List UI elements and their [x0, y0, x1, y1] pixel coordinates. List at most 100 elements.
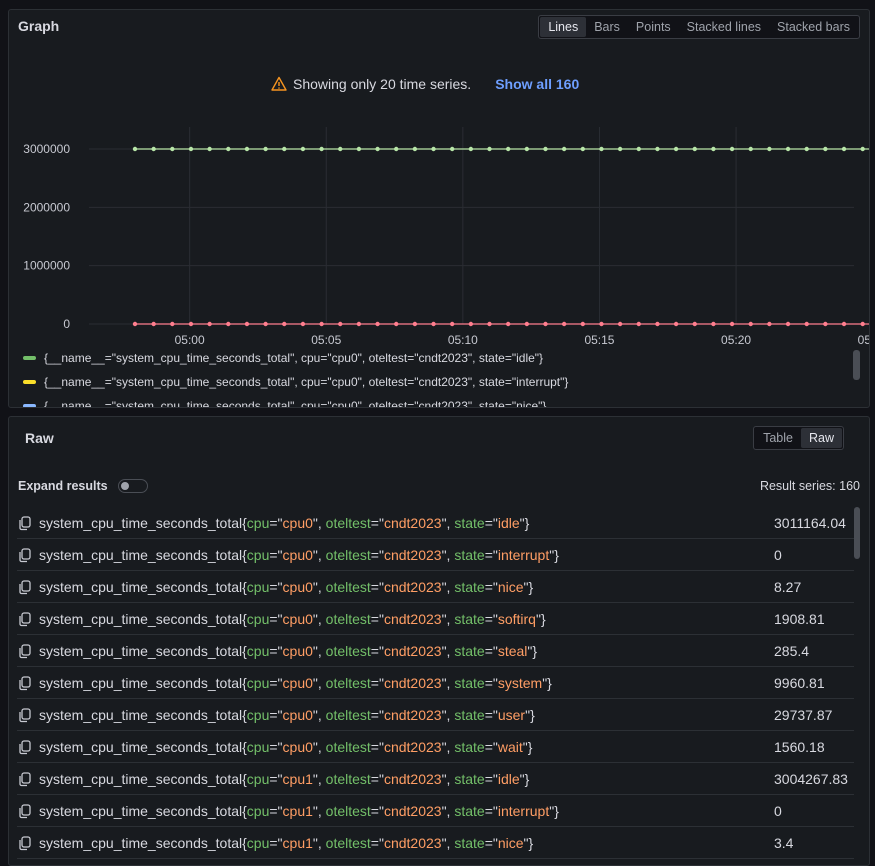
- raw-view-raw-button[interactable]: Raw: [800, 428, 842, 448]
- metric-name: system_cpu_time_seconds_total: [39, 674, 243, 691]
- series-point: [692, 321, 697, 327]
- metric-name: system_cpu_time_seconds_total: [39, 802, 243, 819]
- series-point: [505, 146, 511, 152]
- equals: =": [269, 578, 283, 595]
- label-name: oteltest: [325, 802, 371, 819]
- equals: =": [484, 834, 498, 851]
- copy-icon[interactable]: [17, 771, 33, 787]
- expand-results-toggle[interactable]: [117, 479, 148, 493]
- equals: =": [269, 610, 283, 627]
- copy-icon[interactable]: [17, 835, 33, 851]
- copy-icon[interactable]: [17, 643, 33, 659]
- series-point: [282, 321, 287, 327]
- series-point: [375, 321, 380, 327]
- brace: }: [528, 578, 534, 595]
- equals: =": [370, 610, 384, 627]
- equals: =": [370, 546, 384, 563]
- series-point: [767, 321, 772, 327]
- series-point: [711, 321, 716, 327]
- series-point: [617, 146, 623, 152]
- copy-icon[interactable]: [17, 547, 33, 563]
- copy-icon[interactable]: [17, 739, 33, 755]
- copy-icon[interactable]: [17, 803, 33, 819]
- series-point: [599, 146, 604, 152]
- legend-scrollbar[interactable]: [853, 350, 860, 380]
- x-tick-label: 05:25: [858, 333, 870, 347]
- series-point: [785, 321, 791, 327]
- brace: }: [554, 546, 559, 563]
- time-series-chart[interactable]: 3000000 2000000 1000000 0 05:00 05:05 05:10 05:…: [9, 10, 870, 350]
- separator: ,: [317, 514, 326, 531]
- series-point: [823, 321, 828, 327]
- series-text: system_cpu_time_seconds_total{cpu="cpu0"…: [39, 643, 537, 659]
- raw-results-list: system_cpu_time_seconds_total{cpu="cpu0"…: [17, 507, 854, 859]
- copy-icon[interactable]: [17, 675, 33, 691]
- series-point: [543, 321, 548, 327]
- label-name: state: [454, 674, 485, 691]
- label-value: cndt2023: [383, 674, 442, 691]
- series-point: [468, 146, 474, 152]
- series-point: [412, 321, 418, 327]
- copy-icon[interactable]: [17, 707, 33, 723]
- series-point: [300, 146, 306, 152]
- equals: =": [269, 834, 283, 851]
- label-value: cpu0: [282, 738, 313, 755]
- series-point: [188, 321, 194, 327]
- series-text: system_cpu_time_seconds_total{cpu="cpu0"…: [39, 579, 533, 595]
- legend-item[interactable]: {__name__="system_cpu_time_seconds_total…: [23, 399, 546, 407]
- brace: }: [547, 674, 552, 691]
- equals: =": [484, 674, 498, 691]
- equals: =": [269, 642, 283, 659]
- result-row: system_cpu_time_seconds_total{cpu="cpu0"…: [17, 571, 854, 603]
- copy-icon[interactable]: [17, 515, 33, 531]
- series-point: [244, 146, 250, 152]
- series-point: [300, 321, 306, 327]
- series-value: 8.27: [774, 578, 802, 595]
- x-tick-label: 05:00: [175, 333, 205, 347]
- y-tick-label: 1000000: [23, 259, 70, 273]
- label-name: state: [454, 802, 485, 819]
- series-text: system_cpu_time_seconds_total{cpu="cpu0"…: [39, 611, 546, 627]
- equals: =": [370, 802, 384, 819]
- label-value: cndt2023: [383, 706, 442, 723]
- raw-title: Raw: [25, 430, 54, 446]
- series-point: [431, 321, 436, 327]
- legend-swatch: [23, 404, 36, 407]
- separator: ,: [317, 546, 326, 563]
- series-point: [375, 146, 380, 152]
- label-value: cndt2023: [383, 642, 442, 659]
- label-value: cndt2023: [383, 738, 442, 755]
- series-point: [505, 321, 511, 327]
- equals: =": [269, 706, 283, 723]
- equals: =": [370, 514, 384, 531]
- label-value: cndt2023: [383, 802, 442, 819]
- brace: }: [527, 738, 533, 755]
- series-point: [580, 321, 586, 327]
- series-point: [468, 321, 474, 327]
- separator: ,: [317, 802, 326, 819]
- series-point: [841, 146, 847, 152]
- copy-icon[interactable]: [17, 579, 33, 595]
- series-point: [487, 321, 492, 327]
- legend-item[interactable]: {__name__="system_cpu_time_seconds_total…: [23, 351, 543, 365]
- label-name: oteltest: [325, 514, 371, 531]
- series-point: [338, 146, 343, 152]
- equals: =": [484, 738, 498, 755]
- result-series-count: Result series: 160: [759, 479, 860, 493]
- equals: =": [269, 674, 283, 691]
- copy-icon[interactable]: [17, 611, 33, 627]
- raw-view-table-button[interactable]: Table: [755, 428, 801, 448]
- equals: =": [370, 578, 384, 595]
- series-point: [655, 146, 660, 152]
- separator: ,: [317, 578, 326, 595]
- series-point: [841, 321, 847, 327]
- series-point: [673, 146, 679, 152]
- series-point: [449, 321, 455, 327]
- results-scrollbar[interactable]: [854, 507, 860, 559]
- label-value: cndt2023: [383, 546, 442, 563]
- legend-item[interactable]: {__name__="system_cpu_time_seconds_total…: [23, 375, 568, 389]
- series-value: 9960.81: [774, 674, 825, 691]
- series-text: system_cpu_time_seconds_total{cpu="cpu1"…: [39, 803, 559, 819]
- label-value: cndt2023: [383, 610, 442, 627]
- series-point: [226, 146, 231, 152]
